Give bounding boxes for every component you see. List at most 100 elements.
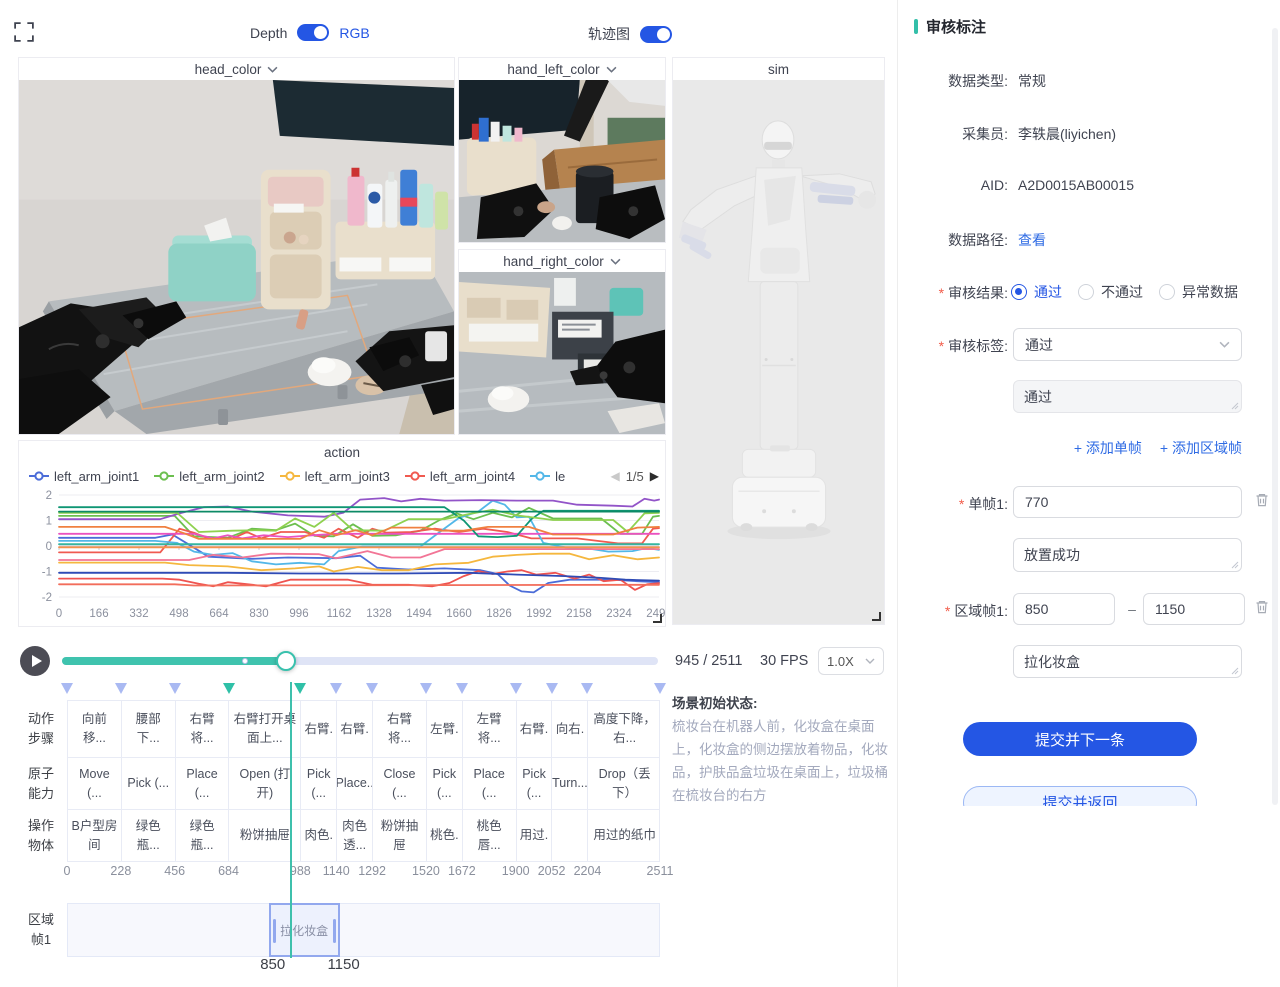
resize-handle-icon[interactable] [653, 614, 662, 623]
hand-left-camera-panel: hand_left_color [458, 57, 666, 243]
timeline-cell: 桃色唇... [463, 810, 517, 861]
head-camera-selector[interactable]: head_color [19, 58, 454, 80]
legend-item-left_arm_joint1[interactable]: left_arm_joint1 [29, 469, 139, 484]
keyframe-marker-1140[interactable] [330, 683, 342, 694]
keyframe-marker-228[interactable] [115, 683, 127, 694]
fullscreen-icon[interactable] [14, 22, 34, 42]
legend-item-left_arm_joint2[interactable]: left_arm_joint2 [154, 469, 264, 484]
resize-handle-icon[interactable] [872, 612, 881, 621]
progress-handle[interactable] [276, 651, 296, 671]
data-path-view-link[interactable]: 查看 [1018, 230, 1046, 250]
region-right-grip[interactable] [333, 919, 336, 943]
keyframe-marker-1520[interactable] [420, 683, 432, 694]
textarea-resize-icon[interactable] [1231, 402, 1239, 410]
keyframe-marker-2511[interactable] [654, 683, 666, 694]
review-tag-note-textarea[interactable]: 通过 [1013, 380, 1242, 413]
svg-text:1162: 1162 [327, 608, 352, 620]
timeline-cell: Place.. [337, 758, 373, 809]
speed-select[interactable]: 1.0X [818, 647, 884, 675]
axis-tick-label: 228 [110, 864, 131, 878]
radio-circle-icon [1159, 284, 1175, 300]
svg-text:1328: 1328 [366, 608, 392, 620]
region-track[interactable]: 拉化妆盒 [67, 903, 660, 957]
annotation-review-app: Depth RGB 轨迹图 head_color [0, 0, 1280, 987]
collector-value: 李轶晨(liyichen) [1018, 124, 1116, 144]
submit-next-button[interactable]: 提交并下一条 [963, 722, 1197, 756]
add-region-frame-link[interactable]: + 添加区域帧 [1160, 438, 1242, 458]
action-title-text: action [324, 445, 360, 460]
required-mark: * [939, 285, 944, 301]
legend-item-left_arm_joint3[interactable]: left_arm_joint3 [280, 469, 390, 484]
region-end-input[interactable] [1143, 593, 1245, 625]
timeline-row-原子能力: Move (...Pick (...Place (...Open (打开)Pic… [67, 758, 660, 810]
timeline-row-操作物体: B户型房间绿色瓶...绿色瓶...粉饼抽屉肉色.肉色透...粉饼抽屉桃色.桃色唇… [67, 810, 660, 862]
delete-region-frame-icon[interactable] [1254, 599, 1270, 616]
region-left-grip[interactable] [273, 919, 276, 943]
svg-text:1494: 1494 [406, 608, 432, 620]
play-button[interactable] [20, 646, 50, 676]
hand-left-camera-selector[interactable]: hand_left_color [459, 58, 665, 80]
single-frame-input[interactable] [1013, 486, 1242, 518]
hand-right-camera-selector[interactable]: hand_right_color [459, 250, 665, 272]
timeline-cell: Place (... [463, 758, 517, 809]
keyframe-marker-456[interactable] [169, 683, 181, 694]
depth-rgb-toggle-group: Depth RGB [250, 24, 370, 41]
keyframe-marker-1292[interactable] [366, 683, 378, 694]
legend-item-le[interactable]: le [530, 469, 565, 484]
keyframe-marker-988[interactable] [294, 683, 306, 694]
svg-text:2324: 2324 [606, 608, 632, 620]
region-frame-label: *区域帧1: [898, 601, 1008, 621]
axis-tick-label: 2052 [538, 864, 566, 878]
timeline-cell: Pick (... [122, 758, 176, 809]
region-frame-block[interactable]: 拉化妆盒 [269, 903, 340, 957]
rgb-label: RGB [339, 25, 369, 41]
action-chart-plot: 210-1-2016633249866483099611621328149416… [19, 489, 665, 626]
result-radio-异常数据[interactable]: 异常数据 [1159, 282, 1238, 302]
playhead-line[interactable] [290, 682, 292, 958]
review-tag-select[interactable]: 通过 [1013, 328, 1242, 361]
result-radio-通过[interactable]: 通过 [1011, 282, 1062, 302]
region-frame-note-textarea[interactable]: 拉化妆盒 [1013, 645, 1242, 678]
timeline-cell: Pick (... [301, 758, 337, 809]
keyframe-marker-2204[interactable] [581, 683, 593, 694]
scrollbar-track[interactable] [1272, 28, 1278, 805]
region-row-label: 区域帧1 [22, 903, 60, 957]
region-boundary-label: 850 [260, 956, 285, 973]
data-path-label: 数据路径: [898, 230, 1008, 250]
timeline-row-label: 原子能力 [22, 758, 60, 810]
svg-text:1: 1 [46, 516, 52, 528]
chevron-down-icon [865, 658, 875, 664]
keyframe-marker-2052[interactable] [546, 683, 558, 694]
keyframe-marker-1672[interactable] [456, 683, 468, 694]
keyframe-marker-684[interactable] [223, 683, 235, 694]
timeline-cell: B户型房间 [68, 810, 122, 861]
timeline-cell: 左臂. [427, 701, 463, 757]
textarea-resize-icon[interactable] [1231, 561, 1239, 569]
review-panel: 审核标注 数据类型: 常规 采集员: 李轶晨(liyichen) AID: A2… [897, 0, 1280, 987]
legend-next-arrow[interactable]: ▶ [650, 469, 659, 483]
textarea-resize-icon[interactable] [1231, 667, 1239, 675]
required-mark: * [939, 338, 944, 354]
legend-series-icon [530, 471, 550, 481]
legend-prev-arrow[interactable]: ◀ [610, 469, 619, 483]
single-frame-note-textarea[interactable]: 放置成功 [1013, 538, 1242, 572]
trajectory-switch[interactable] [640, 26, 672, 43]
timeline-row-label: 动作步骤 [22, 700, 60, 758]
axis-tick-label: 1520 [412, 864, 440, 878]
playback-bar: 945 / 2511 30 FPS 1.0X [0, 645, 897, 683]
delete-single-frame-icon[interactable] [1254, 492, 1270, 509]
region-start-input[interactable] [1013, 593, 1115, 625]
speed-value: 1.0X [827, 654, 854, 669]
keyframe-markers [67, 682, 660, 696]
result-radio-不通过[interactable]: 不通过 [1078, 282, 1143, 302]
axis-tick-label: 988 [290, 864, 311, 878]
legend-item-left_arm_joint4[interactable]: left_arm_joint4 [405, 469, 515, 484]
scene-state-body: 梳妆台在机器人前，化妆盒在桌面上，化妆盒的侧边摆放着物品，化妆品，护肤品盒垃圾在… [672, 716, 894, 808]
progress-slider[interactable] [62, 657, 658, 665]
depth-rgb-switch[interactable] [297, 24, 329, 41]
add-single-frame-link[interactable]: + 添加单帧 [1074, 438, 1142, 458]
keyframe-marker-1900[interactable] [510, 683, 522, 694]
keyframe-marker-0[interactable] [61, 683, 73, 694]
single-frame-marker-dot[interactable] [242, 658, 248, 664]
submit-return-button[interactable]: 提交并返回 [963, 786, 1197, 806]
